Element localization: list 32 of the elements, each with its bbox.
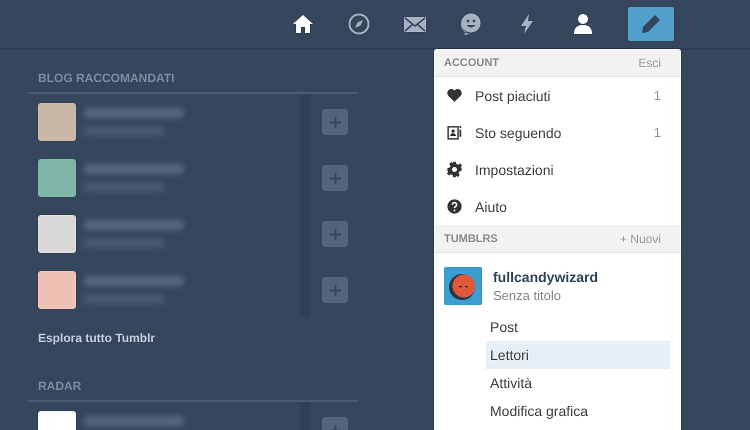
compass-icon [347,12,371,36]
smiley-icon [459,12,483,36]
menu-item[interactable]: Post piaciuti 1 [434,77,681,114]
explore-link[interactable]: Esplora tutto Tumblr [38,331,156,345]
plus-icon [330,116,340,128]
menu-section-heading: ACCOUNT [444,56,499,68]
compose-button[interactable] [628,7,674,41]
section-heading: BLOG RACCOMANDATI [37,70,176,87]
item-count: 1 [654,125,661,140]
menu-item[interactable]: Modifica grafica [486,397,670,425]
person-icon [571,12,595,36]
item-count: 1 [654,88,661,103]
home-icon [291,12,315,36]
menu-item[interactable]: Sto seguendo 1 [434,114,681,151]
pencil-icon [639,12,663,36]
menu-item[interactable]: Lettori [486,341,670,369]
plus-icon [330,284,340,296]
help-icon [446,198,463,215]
section-heading: RADAR [37,378,82,395]
menu-item[interactable]: Aiuto [434,188,681,225]
menu-item[interactable]: Post [486,313,670,341]
person-card-icon [446,124,463,141]
blog-avatar-icon [444,267,482,305]
menu-section-heading: TUMBLRS [444,232,498,244]
plus-icon [330,228,340,240]
menu-item[interactable]: Impostazioni [434,151,681,188]
blog-name[interactable]: fullcandywizard [493,269,598,285]
menu-item[interactable]: Attività [486,369,670,397]
plus-icon [330,172,340,184]
gear-icon [446,161,463,178]
blog-title: Senza titolo [493,288,562,303]
heart-icon [446,87,463,104]
